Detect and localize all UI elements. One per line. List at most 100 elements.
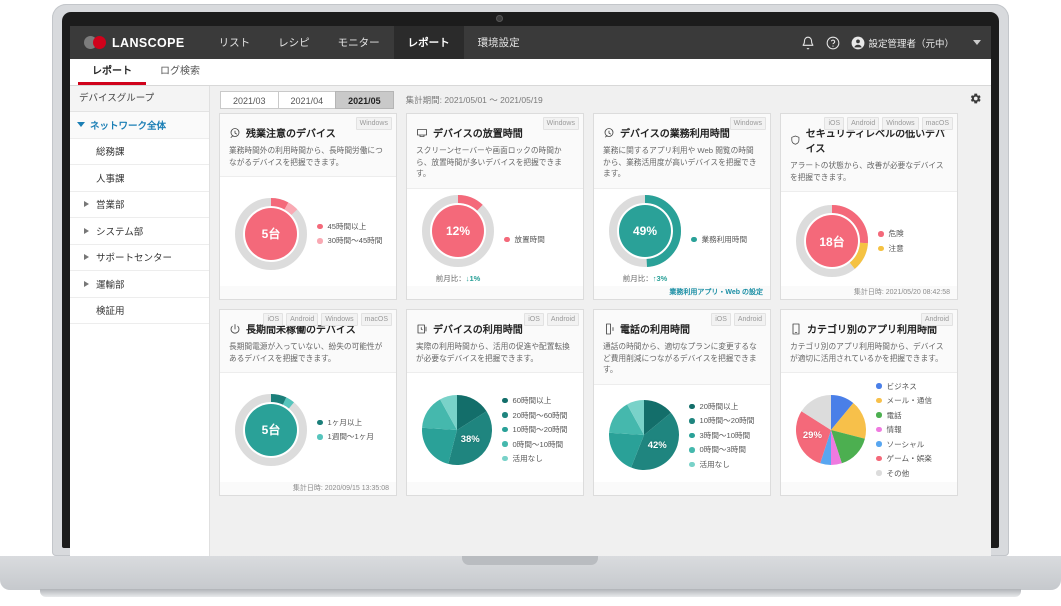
donut-ring: 18台 bbox=[795, 204, 869, 278]
chevron-right-icon[interactable] bbox=[84, 201, 89, 208]
sidebar-item-0[interactable]: ネットワーク全体 bbox=[70, 112, 209, 139]
chevron-down-icon[interactable] bbox=[973, 40, 981, 45]
pie-chart: 29% bbox=[788, 393, 874, 467]
card-body: 5台 1ヶ月以上 1週間〜1ヶ月 bbox=[220, 373, 396, 482]
legend-item: 0時間〜3時間 bbox=[689, 444, 763, 455]
platform-badge: Windows bbox=[882, 117, 919, 130]
donut-center-value: 5台 bbox=[245, 403, 297, 456]
report-card-phone-usage-time[interactable]: iOS Android 電話の利用時間 通話の時間から、適切なプランに変更するなど費用… bbox=[593, 309, 771, 496]
nav-item-1[interactable]: レシピ bbox=[264, 26, 324, 59]
legend-color-dot bbox=[689, 447, 695, 453]
chart-legend: 45時間以上 30時間〜45時間 bbox=[315, 217, 389, 250]
card-body: 18台 危険 注意 bbox=[781, 192, 957, 286]
legend-color-dot bbox=[876, 455, 882, 462]
report-card-business-usage[interactable]: Windows デバイスの業務利用時間 業務に関するアプリ利用や Web 閲覧の時間… bbox=[593, 113, 771, 300]
sidebar-list: ネットワーク全体 総務課人事課営業部システム部サポートセンター運輸部 検証用 bbox=[70, 112, 209, 324]
period-tab-0[interactable]: 2021/03 bbox=[220, 90, 279, 109]
sidebar-item-label: 人事課 bbox=[96, 173, 125, 185]
legend-color-dot bbox=[876, 397, 882, 404]
donut-ring: 5台 bbox=[234, 393, 308, 467]
help-icon[interactable] bbox=[826, 36, 840, 50]
chart-legend: 危険 注意 bbox=[876, 225, 950, 258]
period-tab-2[interactable]: 2021/05 bbox=[335, 90, 394, 109]
sidebar-item-1[interactable]: 総務課 bbox=[70, 139, 209, 165]
legend-color-dot bbox=[876, 470, 882, 476]
bell-icon[interactable] bbox=[801, 36, 815, 50]
period-tab-1[interactable]: 2021/04 bbox=[277, 90, 337, 109]
platform-badge: Android bbox=[920, 313, 953, 326]
nav-item-0[interactable]: リスト bbox=[205, 26, 265, 59]
legend-color-dot bbox=[502, 441, 508, 447]
nav-item-2[interactable]: モニター bbox=[324, 26, 394, 59]
legend-label: 1週間〜1ヶ月 bbox=[327, 432, 374, 442]
donut-chart: 5台 bbox=[227, 393, 315, 467]
sidebar-item-6[interactable]: 運輸部 bbox=[70, 271, 209, 298]
sub-tab-0[interactable]: レポート bbox=[78, 59, 146, 85]
gear-icon[interactable] bbox=[969, 92, 982, 110]
sidebar-item-3[interactable]: 営業部 bbox=[70, 192, 209, 218]
platform-badges: iOS Android Windows macOS bbox=[824, 117, 953, 130]
chevron-right-icon[interactable] bbox=[84, 227, 89, 234]
chevron-right-icon[interactable] bbox=[84, 254, 89, 261]
tablet-icon bbox=[792, 323, 800, 334]
donut-ring: 49% bbox=[608, 194, 682, 268]
card-footer-text bbox=[220, 286, 396, 299]
card-title: デバイスの放置時間 bbox=[433, 129, 523, 140]
donut-chart: 12% 前月比：↓1% bbox=[414, 194, 502, 284]
legend-item: 10時間〜20時間 bbox=[502, 424, 576, 435]
sub-tab-1[interactable]: ログ検索 bbox=[146, 59, 214, 85]
card-body: 38% 60時間以上 20時間〜60時間 10時間〜20時間 0時間〜10時間 活用なし bbox=[407, 373, 583, 482]
card-description: 長期間電源が入っていない、紛失の可能性があるデバイスを把握できます。 bbox=[229, 342, 383, 363]
chevron-right-icon[interactable] bbox=[84, 280, 89, 287]
report-card-device-usage-time[interactable]: iOS Android デバイスの利用時間 実際の利用時間から、活用の促進や配置転換が… bbox=[406, 309, 584, 496]
legend-item: 電話 bbox=[876, 410, 950, 421]
legend-item: 60時間以上 bbox=[502, 395, 576, 406]
report-card-overtime-devices[interactable]: Windows 残業注意のデバイス 業務時間外の利用時間から、長時間労働につながるデ… bbox=[219, 113, 397, 300]
legend-color-dot bbox=[876, 383, 882, 389]
user-menu[interactable]: 設定管理者（元中） bbox=[851, 36, 954, 50]
sidebar-item-label: システム部 bbox=[96, 226, 144, 238]
card-description: 実際の利用時間から、活用の促進や配置転換が必要なデバイスを把握できます。 bbox=[416, 342, 570, 363]
sidebar-item-2[interactable]: 人事課 bbox=[70, 165, 209, 192]
legend-label: 注意 bbox=[888, 243, 904, 253]
report-card-low-security-devices[interactable]: iOS Android Windows macOS セキュリティレベルの低いデバイス アラ… bbox=[780, 113, 958, 300]
report-card-app-usage-by-category[interactable]: Android カテゴリ別のアプリ利用時間 カテゴリ別のアプリ利用時間から、デバイス… bbox=[780, 309, 958, 496]
card-description: カテゴリ別のアプリ利用時間から、デバイスが適切に活用されているかを把握できます。 bbox=[790, 342, 944, 363]
month-over-month-delta: 前月比：↑3% bbox=[623, 273, 668, 284]
report-card-idle-time[interactable]: Windows デバイスの放置時間 スクリーンセーバーや画面ロックの時間から、放置時… bbox=[406, 113, 584, 300]
chart-legend: 業務利用時間 bbox=[689, 230, 763, 248]
sidebar: デバイスグループ ネットワーク全体 総務課 人事課 営業部 システム部 サポートセンター運… bbox=[70, 86, 210, 556]
platform-badge: Android bbox=[847, 117, 880, 130]
legend-color-dot bbox=[689, 432, 695, 439]
sidebar-item-4[interactable]: システム部 bbox=[70, 218, 209, 245]
monitor-icon bbox=[417, 128, 427, 137]
platform-badge: iOS bbox=[524, 313, 544, 326]
main-nav: リスト レシピ モニター レポート 環境設定 bbox=[205, 26, 534, 59]
legend-color-dot bbox=[878, 245, 884, 252]
card-footer-link[interactable]: 業務利用アプリ・Web の設定 bbox=[594, 286, 770, 299]
legend-color-dot bbox=[878, 231, 884, 237]
period-filter-bar: 2021/03 2021/04 2021/05 集計期間: 2021/05/01 ～… bbox=[210, 86, 991, 113]
legend-color-dot bbox=[502, 426, 508, 433]
legend-label: 0時間〜10時間 bbox=[512, 439, 564, 449]
report-card-grid: Windows 残業注意のデバイス 業務時間外の利用時間から、長時間労働につながるデ… bbox=[210, 113, 991, 496]
legend-label: 30時間〜45時間 bbox=[327, 236, 383, 246]
nav-item-3[interactable]: レポート bbox=[393, 26, 464, 59]
legend-color-dot bbox=[689, 418, 695, 424]
donut-center-value: 49% bbox=[619, 205, 671, 258]
sidebar-item-label: サポートセンター bbox=[96, 253, 173, 265]
platform-badge: iOS bbox=[824, 117, 845, 130]
pie-main-label: 29% bbox=[802, 429, 822, 441]
brand-logo[interactable]: LANSCOPE bbox=[70, 36, 205, 50]
chevron-down-icon[interactable] bbox=[77, 122, 85, 128]
platform-badge: iOS bbox=[711, 313, 731, 326]
sidebar-item-7[interactable]: 検証用 bbox=[70, 298, 209, 324]
sidebar-item-5[interactable]: サポートセンター bbox=[70, 245, 209, 271]
report-card-long-inactive-devices[interactable]: iOS Android Windows macOS 長期間未稼働のデバイス 長期間電源が入… bbox=[219, 309, 397, 496]
legend-item: 情報 bbox=[876, 424, 950, 435]
nav-item-4[interactable]: 環境設定 bbox=[464, 26, 534, 59]
platform-badges: Windows bbox=[542, 117, 579, 130]
card-title: デバイスの業務利用時間 bbox=[620, 129, 730, 140]
legend-color-dot bbox=[502, 455, 508, 462]
legend-item: 注意 bbox=[878, 243, 950, 254]
